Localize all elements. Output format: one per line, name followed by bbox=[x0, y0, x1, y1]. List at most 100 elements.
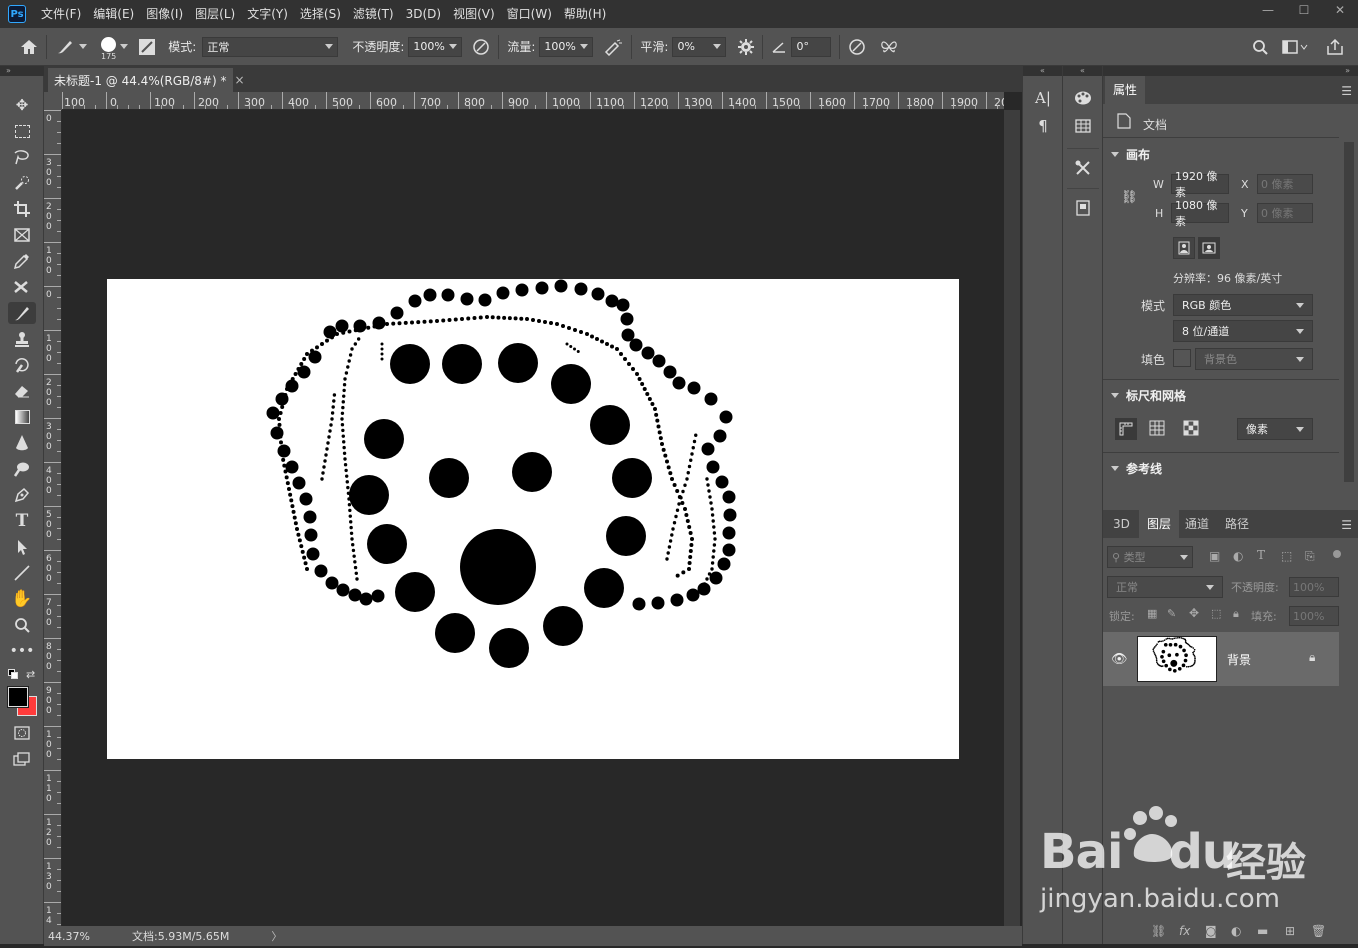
layer-filter-select[interactable]: ⚲ 类型 bbox=[1107, 546, 1193, 568]
color-palette-icon[interactable] bbox=[1071, 86, 1095, 110]
canvas-section-header[interactable]: 画布 bbox=[1111, 146, 1150, 163]
guides-section-header[interactable]: 参考线 bbox=[1111, 460, 1162, 477]
type-tool-icon[interactable]: T bbox=[8, 510, 36, 532]
fill-select[interactable]: 背景色 bbox=[1195, 348, 1313, 370]
menu-help[interactable]: 帮助(H) bbox=[558, 0, 612, 28]
height-input[interactable]: 1080 像素 bbox=[1171, 199, 1229, 228]
minimize-button[interactable]: — bbox=[1250, 0, 1286, 20]
default-colors-icon[interactable] bbox=[8, 669, 18, 679]
collapse-panels-icon[interactable]: « bbox=[1063, 66, 1102, 76]
lock-position-icon[interactable]: ✥ bbox=[1189, 606, 1199, 620]
close-window-button[interactable]: ✕ bbox=[1322, 0, 1358, 20]
add-mask-icon[interactable]: ◙ bbox=[1205, 924, 1217, 938]
layer-name[interactable]: 背景 bbox=[1227, 651, 1251, 668]
frame-tool-icon[interactable] bbox=[8, 224, 36, 246]
move-tool-icon[interactable]: ✥ bbox=[8, 94, 36, 116]
menu-filter[interactable]: 滤镜(T) bbox=[347, 0, 400, 28]
line-tool-icon[interactable] bbox=[8, 562, 36, 584]
blur-tool-icon[interactable] bbox=[8, 432, 36, 454]
path-selection-tool-icon[interactable] bbox=[8, 536, 36, 558]
landscape-orientation-icon[interactable] bbox=[1198, 237, 1220, 259]
crop-tool-icon[interactable] bbox=[8, 198, 36, 220]
menu-layer[interactable]: 图层(L) bbox=[189, 0, 241, 28]
ruler-origin[interactable] bbox=[44, 92, 62, 110]
search-icon[interactable] bbox=[1252, 39, 1268, 55]
grid-toggle-icon[interactable] bbox=[1149, 420, 1165, 439]
flow-input[interactable]: 100% bbox=[539, 36, 594, 57]
maximize-button[interactable]: ☐ bbox=[1286, 0, 1322, 20]
fill-color-swatch[interactable] bbox=[1173, 349, 1191, 367]
width-input[interactable]: 1920 像素 bbox=[1171, 170, 1229, 199]
horizontal-ruler[interactable]: 100 0 100 200 300 400 500 600 700 800 900 1000 1100 1… bbox=[62, 92, 1004, 110]
bit-depth-select[interactable]: 8 位/通道 bbox=[1173, 320, 1313, 342]
portrait-orientation-icon[interactable] bbox=[1173, 237, 1195, 259]
tab-layers[interactable]: 图层 bbox=[1139, 510, 1180, 538]
smooth-input[interactable]: 0% bbox=[672, 36, 727, 57]
close-tab-icon[interactable]: × bbox=[235, 73, 245, 87]
angle-input[interactable]: 0° bbox=[791, 36, 832, 57]
screen-mode-icon[interactable] bbox=[8, 748, 36, 770]
clone-stamp-tool-icon[interactable] bbox=[8, 328, 36, 350]
foreground-color-swatch[interactable] bbox=[7, 686, 29, 708]
tab-channels[interactable]: 通道 bbox=[1177, 510, 1217, 538]
new-layer-icon[interactable]: ⊞ bbox=[1285, 924, 1295, 938]
brush-tool-icon[interactable] bbox=[8, 302, 36, 324]
history-brush-tool-icon[interactable] bbox=[8, 354, 36, 376]
tab-3d[interactable]: 3D bbox=[1105, 510, 1138, 538]
lock-image-pixels-icon[interactable]: ✎ bbox=[1167, 607, 1176, 620]
share-icon[interactable] bbox=[1326, 38, 1344, 55]
gear-icon[interactable] bbox=[738, 38, 755, 55]
ruler-toggle-icon[interactable] bbox=[1115, 418, 1137, 440]
layer-blend-mode-select[interactable]: 正常 bbox=[1107, 576, 1223, 598]
character-icon[interactable]: A| bbox=[1031, 86, 1055, 110]
pen-tool-icon[interactable] bbox=[8, 484, 36, 506]
layer-row-background[interactable]: 👁︎ 背景 🔒︎ bbox=[1103, 632, 1339, 686]
filter-smart-objects-icon[interactable]: ⎘ bbox=[1305, 549, 1315, 564]
menu-edit[interactable]: 编辑(E) bbox=[87, 0, 140, 28]
more-tools-icon[interactable]: ••• bbox=[8, 640, 36, 662]
filter-toggle-icon[interactable] bbox=[1333, 550, 1341, 558]
collapse-panels-icon[interactable]: « bbox=[1023, 66, 1062, 76]
visibility-eye-icon[interactable]: 👁︎ bbox=[1111, 652, 1128, 667]
gradient-tool-icon[interactable] bbox=[8, 406, 36, 428]
color-mode-select[interactable]: RGB 颜色 bbox=[1173, 294, 1313, 316]
link-layers-icon[interactable]: ⛓ bbox=[1151, 924, 1166, 938]
canvas-area[interactable] bbox=[62, 110, 1004, 926]
ruler-units-select[interactable]: 像素 bbox=[1237, 418, 1313, 440]
y-input[interactable]: 0 像素 bbox=[1257, 203, 1313, 223]
marquee-tool-icon[interactable] bbox=[8, 120, 36, 142]
properties-scrollbar[interactable] bbox=[1344, 142, 1354, 482]
pressure-size-icon[interactable] bbox=[848, 38, 866, 56]
menu-type[interactable]: 文字(Y) bbox=[241, 0, 294, 28]
workspace-icon[interactable] bbox=[1282, 39, 1308, 54]
layer-opacity-input[interactable]: 100% bbox=[1289, 577, 1339, 597]
properties-menu-icon[interactable]: ☰ bbox=[1341, 84, 1352, 98]
zoom-tool-icon[interactable] bbox=[8, 614, 36, 636]
layer-effects-icon[interactable]: fx bbox=[1179, 924, 1190, 938]
symmetry-butterfly-icon[interactable] bbox=[880, 39, 898, 55]
document-tab[interactable]: 未标题-1 @ 44.4%(RGB/8#) * × bbox=[48, 68, 245, 92]
canvas-vertical-scrollbar[interactable] bbox=[1004, 110, 1020, 926]
tab-properties[interactable]: 属性 bbox=[1105, 76, 1146, 104]
brush-panel-toggle-icon[interactable] bbox=[138, 38, 156, 56]
quick-mask-icon[interactable] bbox=[8, 722, 36, 744]
menu-file[interactable]: 文件(F) bbox=[35, 0, 87, 28]
x-input[interactable]: 0 像素 bbox=[1257, 174, 1313, 194]
filter-type-layers-icon[interactable]: T bbox=[1257, 548, 1265, 562]
swap-colors-icon[interactable]: ⇄ bbox=[26, 668, 35, 681]
filter-pixel-layers-icon[interactable]: ▣ bbox=[1209, 549, 1220, 563]
book-icon[interactable] bbox=[1071, 196, 1095, 220]
filter-adjustment-layers-icon[interactable]: ◐ bbox=[1233, 549, 1243, 563]
paragraph-icon[interactable]: ¶ bbox=[1031, 114, 1055, 138]
vertical-ruler[interactable]: 0 300 200 100 0 100 200 300 400 500 600 700 800 900 10… bbox=[44, 110, 62, 926]
link-dimensions-icon[interactable]: ⛓ bbox=[1121, 190, 1138, 205]
opacity-input[interactable]: 100% bbox=[408, 36, 463, 57]
menu-select[interactable]: 选择(S) bbox=[294, 0, 347, 28]
menu-view[interactable]: 视图(V) bbox=[447, 0, 501, 28]
table-icon[interactable] bbox=[1071, 114, 1095, 138]
zoom-level[interactable]: 44.37% bbox=[48, 930, 128, 943]
eyedropper-tool-icon[interactable] bbox=[8, 250, 36, 272]
document-canvas[interactable] bbox=[107, 279, 959, 759]
pressure-opacity-icon[interactable] bbox=[472, 38, 490, 56]
status-menu-arrow-icon[interactable]: 〉 bbox=[271, 928, 282, 944]
